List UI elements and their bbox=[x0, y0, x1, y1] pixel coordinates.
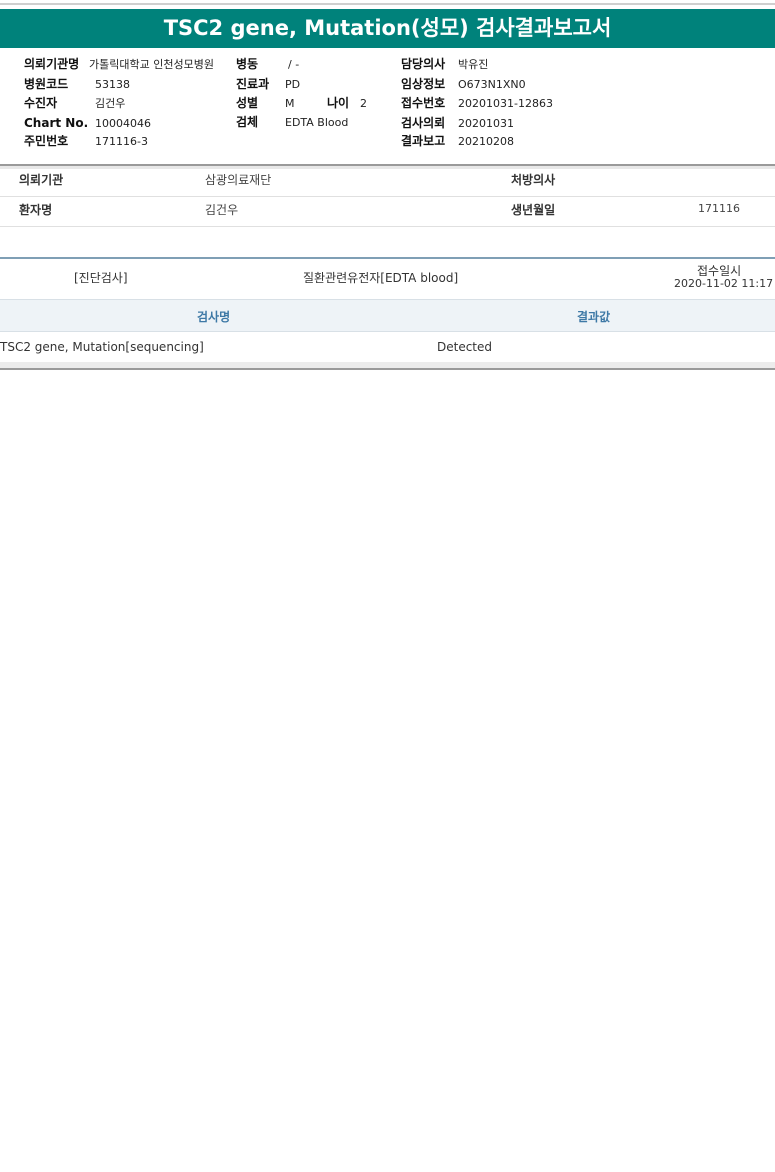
header-label: 검사의뢰 bbox=[401, 116, 446, 130]
header-institution: 의뢰기관명 가톨릭대학교 인천성모병원 bbox=[24, 57, 214, 72]
dob-label: 생년월일 bbox=[511, 203, 556, 217]
header-value: O673N1XN0 bbox=[458, 78, 526, 91]
row-divider bbox=[0, 196, 775, 197]
header-value: EDTA Blood bbox=[285, 116, 349, 129]
header-label: Chart No. bbox=[24, 116, 89, 130]
header-sex: 성별 M bbox=[236, 96, 295, 111]
table-bottom-line bbox=[0, 368, 775, 370]
header-label: 임상정보 bbox=[401, 77, 446, 91]
header-clinical-info: 임상정보 O673N1XN0 bbox=[401, 77, 526, 92]
header-hospital-code: 병원코드 53138 bbox=[24, 77, 130, 92]
header-value: 가톨릭대학교 인천성모병원 bbox=[89, 58, 214, 71]
col-result-value: 결과값 bbox=[577, 310, 611, 324]
report-title: TSC2 gene, Mutation(성모) 검사결과보고서 bbox=[0, 9, 775, 48]
row-divider bbox=[0, 226, 775, 227]
header-receipt-no: 접수번호 20201031-12863 bbox=[401, 96, 553, 111]
institution-value: 삼광의료재단 bbox=[205, 173, 272, 187]
header-label: 나이 bbox=[327, 96, 350, 110]
header-doctor: 담당의사 박유진 bbox=[401, 57, 488, 72]
header-value: PD bbox=[285, 78, 301, 91]
top-border bbox=[0, 3, 775, 5]
header-specimen: 검체 EDTA Blood bbox=[236, 115, 348, 130]
header-value: 171116-3 bbox=[95, 135, 148, 148]
header-label: 주민번호 bbox=[24, 134, 69, 148]
doctor-label: 처방의사 bbox=[511, 173, 556, 187]
header-label: 수진자 bbox=[24, 96, 58, 110]
header-value: 2 bbox=[360, 97, 367, 110]
header-ward: 병동 / - bbox=[236, 57, 299, 72]
header-label: 병원코드 bbox=[24, 77, 69, 91]
header-value: 20201031 bbox=[458, 117, 514, 130]
header-value: 김건우 bbox=[95, 97, 126, 110]
header-label: 의뢰기관명 bbox=[24, 57, 80, 71]
test-category: [진단검사] bbox=[74, 271, 128, 285]
header-divider-shadow bbox=[0, 166, 775, 169]
header-value: 53138 bbox=[95, 78, 130, 91]
header-label: 검체 bbox=[236, 115, 259, 129]
header-value: 박유진 bbox=[458, 58, 489, 71]
received-value: 2020-11-02 11:17 bbox=[674, 277, 774, 290]
header-value: 20210208 bbox=[458, 135, 514, 148]
header-value: 10004046 bbox=[95, 117, 151, 130]
dob-value: 171116 bbox=[698, 202, 740, 215]
header-patient: 수진자 김건우 bbox=[24, 96, 125, 111]
header-label: 결과보고 bbox=[401, 134, 446, 148]
header-request-date: 검사의뢰 20201031 bbox=[401, 116, 514, 131]
test-group: 질환관련유전자[EDTA blood] bbox=[303, 271, 459, 285]
header-value: M bbox=[285, 97, 295, 110]
test-divider bbox=[0, 257, 775, 259]
patient-name-value: 김건우 bbox=[205, 203, 239, 217]
header-resident-no: 주민번호 171116-3 bbox=[24, 134, 148, 149]
header-label: 병동 bbox=[236, 57, 259, 71]
header-label: 담당의사 bbox=[401, 57, 446, 71]
patient-name-label: 환자명 bbox=[19, 203, 53, 217]
header-department: 진료과 PD bbox=[236, 77, 300, 92]
result-test-name: TSC2 gene, Mutation[sequencing] bbox=[0, 340, 204, 354]
institution-label: 의뢰기관 bbox=[19, 173, 64, 187]
header-label: 진료과 bbox=[236, 77, 270, 91]
header-report-date: 결과보고 20210208 bbox=[401, 134, 514, 149]
result-value: Detected bbox=[437, 340, 493, 354]
header-label: 접수번호 bbox=[401, 96, 446, 110]
col-test-name: 검사명 bbox=[197, 310, 231, 324]
header-age: 나이 2 bbox=[327, 96, 367, 111]
header-chart-no: Chart No. 10004046 bbox=[24, 116, 151, 131]
results-table-header: 검사명 결과값 bbox=[0, 299, 775, 332]
header-value: 20201031-12863 bbox=[458, 97, 553, 110]
header-value: / - bbox=[288, 58, 300, 71]
header-label: 성별 bbox=[236, 96, 259, 110]
